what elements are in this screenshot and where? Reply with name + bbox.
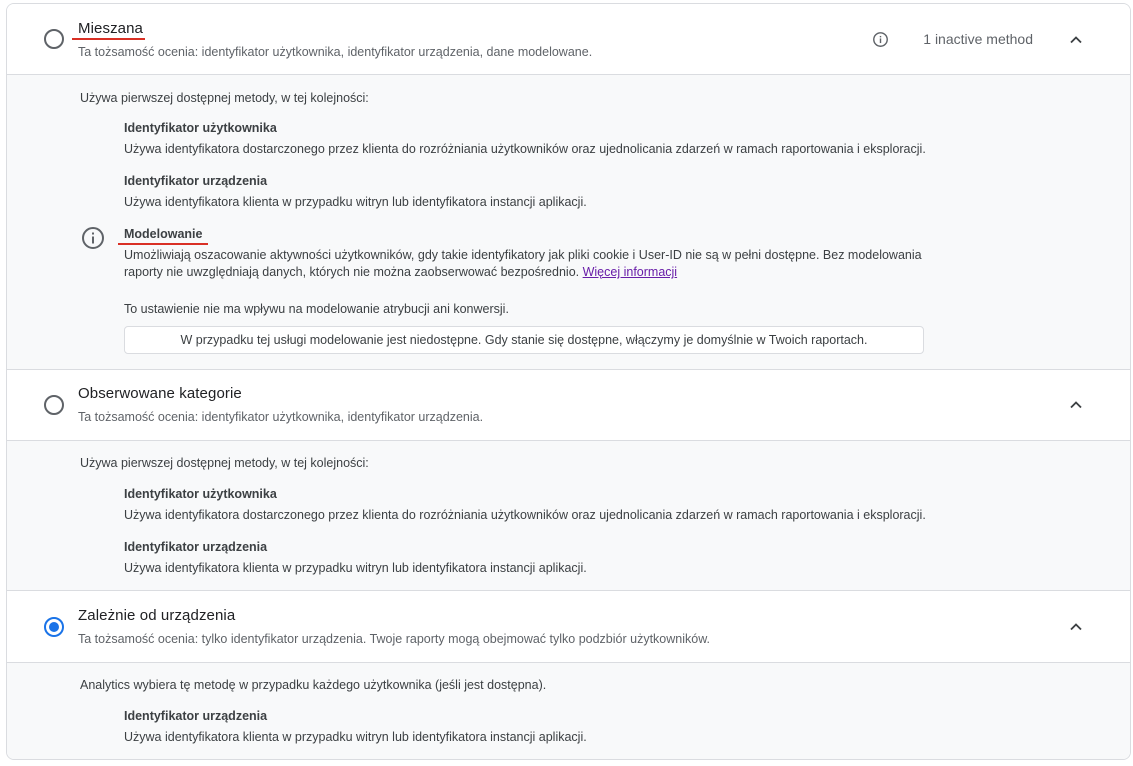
method-description: Używa identyfikatora dostarczonego przez…	[124, 142, 926, 156]
method-title: Identyfikator urządzenia	[124, 174, 268, 188]
info-icon	[81, 226, 105, 250]
option-subtitle: Ta tożsamość ocenia: identyfikator użytk…	[78, 410, 484, 424]
reporting-identity-panel: Mieszana Ta tożsamość ocenia: identyfika…	[6, 3, 1131, 760]
methods-intro: Używa pierwszej dostępnej metody, w tej …	[80, 91, 369, 105]
method-title: Identyfikator użytkownika	[124, 121, 277, 135]
option-subtitle: Ta tożsamość ocenia: tylko identyfikator…	[78, 632, 711, 646]
method-description: Używa identyfikatora dostarczonego przez…	[124, 508, 926, 522]
option-observed-details: Używa pierwszej dostępnej metody, w tej …	[7, 440, 1130, 590]
annotation-underline	[118, 243, 208, 245]
radio-observed[interactable]	[44, 395, 64, 415]
radio-blended[interactable]	[44, 29, 64, 49]
modeling-desc-line1: Umożliwiają oszacowanie aktywności użytk…	[124, 248, 922, 262]
option-device-header[interactable]: Zależnie od urządzenia Ta tożsamość ocen…	[7, 590, 1130, 662]
chevron-up-icon[interactable]	[1066, 617, 1086, 637]
method-description: Używa identyfikatora klienta w przypadku…	[124, 195, 587, 209]
option-title: Zależnie od urządzenia	[78, 607, 236, 624]
info-icon[interactable]	[872, 31, 889, 48]
option-blended-header[interactable]: Mieszana Ta tożsamość ocenia: identyfika…	[7, 4, 1130, 74]
method-description: Umożliwiają oszacowanie aktywności użytk…	[124, 247, 922, 281]
chevron-up-icon[interactable]	[1066, 30, 1086, 50]
option-title: Mieszana	[78, 20, 143, 37]
option-device-details: Analytics wybiera tę metodę w przypadku …	[7, 662, 1130, 759]
modeling-desc-line2: raporty nie uwzględniają danych, których…	[124, 265, 580, 279]
method-title: Modelowanie	[124, 227, 203, 241]
methods-intro: Używa pierwszej dostępnej metody, w tej …	[80, 456, 369, 470]
method-description: Używa identyfikatora klienta w przypadku…	[124, 730, 587, 744]
radio-device-based[interactable]	[44, 617, 64, 637]
chevron-up-icon[interactable]	[1066, 395, 1086, 415]
option-subtitle: Ta tożsamość ocenia: identyfikator użytk…	[78, 45, 593, 59]
methods-intro: Analytics wybiera tę metodę w przypadku …	[80, 678, 547, 692]
inactive-method-status: 1 inactive method	[923, 31, 1033, 47]
annotation-underline	[72, 38, 145, 40]
option-blended-details: Używa pierwszej dostępnej metody, w tej …	[7, 74, 1130, 369]
modeling-unavailable-notice: W przypadku tej usługi modelowanie jest …	[124, 326, 924, 354]
learn-more-link[interactable]: Więcej informacji	[583, 265, 677, 279]
modeling-note: To ustawienie nie ma wpływu na modelowan…	[124, 302, 509, 316]
method-description: Używa identyfikatora klienta w przypadku…	[124, 561, 587, 575]
method-title: Identyfikator użytkownika	[124, 487, 277, 501]
option-observed-header[interactable]: Obserwowane kategorie Ta tożsamość oceni…	[7, 369, 1130, 440]
option-title: Obserwowane kategorie	[78, 385, 242, 402]
method-title: Identyfikator urządzenia	[124, 709, 268, 723]
method-title: Identyfikator urządzenia	[124, 540, 268, 554]
